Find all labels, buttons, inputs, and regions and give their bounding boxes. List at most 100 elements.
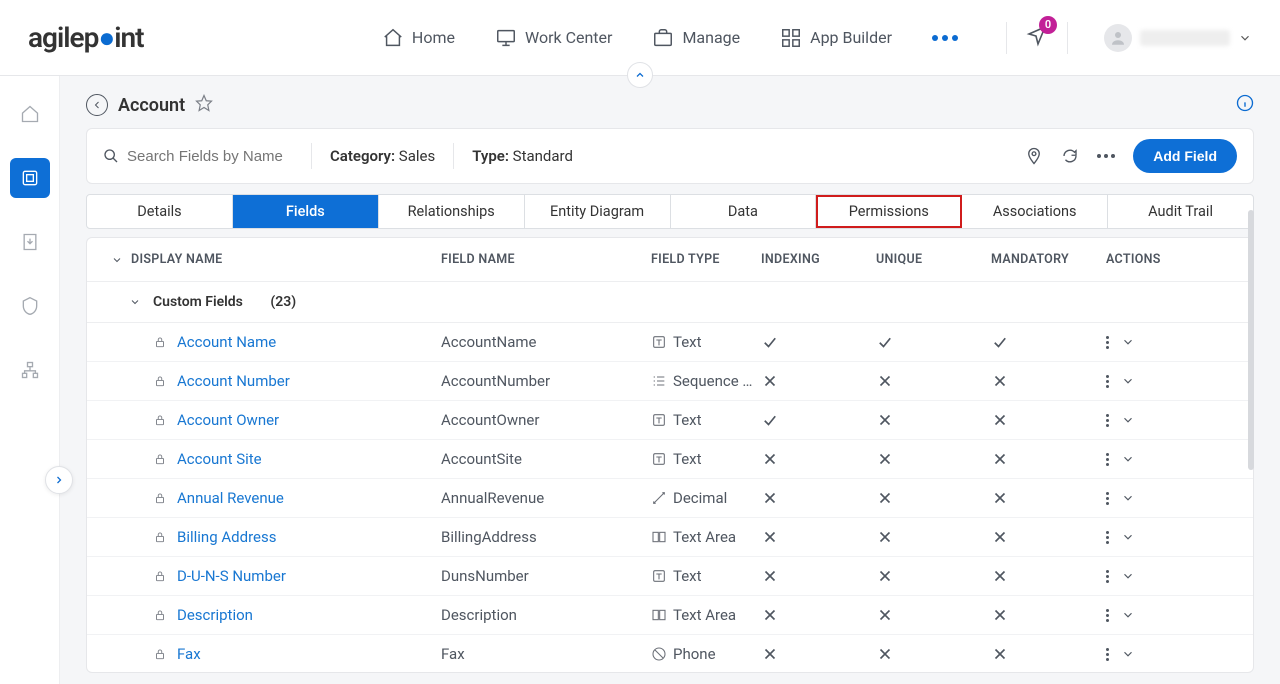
row-more-icon[interactable] (1106, 414, 1109, 427)
row-more-icon[interactable] (1106, 375, 1109, 388)
tab-audit-trail[interactable]: Audit Trail (1108, 195, 1253, 228)
expand-row-icon[interactable] (1121, 491, 1135, 505)
lock-icon (153, 608, 167, 622)
page-title: Account (118, 95, 185, 116)
tab-data[interactable]: Data (671, 195, 817, 228)
unique-mark (876, 645, 991, 663)
indexing-mark (761, 528, 876, 546)
tab-fields[interactable]: Fields (233, 195, 379, 228)
toolbar: Category: Sales Type: Standard Add Field (86, 128, 1254, 184)
topbar: agilep●int Home Work Center Manage App B… (0, 0, 1280, 76)
field-type: Text (651, 567, 761, 585)
info-icon[interactable] (1236, 94, 1254, 116)
row-more-icon[interactable] (1106, 570, 1109, 583)
lock-icon (153, 374, 167, 388)
indexing-mark (761, 450, 876, 468)
field-link[interactable]: Annual Revenue (177, 489, 284, 507)
row-more-icon[interactable] (1106, 453, 1109, 466)
field-link[interactable]: Description (177, 606, 253, 624)
tab-associations[interactable]: Associations (962, 195, 1108, 228)
unique-mark (876, 333, 991, 351)
sidebar-home[interactable] (10, 94, 50, 134)
chevron-down-icon (129, 296, 141, 308)
row-more-icon[interactable] (1106, 609, 1109, 622)
chevron-down-icon (1238, 31, 1252, 45)
lock-icon (153, 647, 167, 661)
favorite-icon[interactable] (195, 94, 213, 116)
nav-app-builder[interactable]: App Builder (780, 27, 892, 49)
expand-row-icon[interactable] (1121, 335, 1135, 349)
tab-entity-diagram[interactable]: Entity Diagram (525, 195, 671, 228)
tab-permissions[interactable]: Permissions (816, 195, 962, 228)
lock-icon (153, 452, 167, 466)
expand-row-icon[interactable] (1121, 647, 1135, 661)
scrollbar[interactable] (1248, 210, 1254, 470)
tabs: DetailsFieldsRelationshipsEntity Diagram… (86, 194, 1254, 229)
search-input[interactable] (127, 148, 287, 165)
field-name: AccountName (441, 333, 651, 351)
unique-mark (876, 411, 991, 429)
sidebar-security[interactable] (10, 286, 50, 326)
expand-row-icon[interactable] (1121, 530, 1135, 544)
expand-row-icon[interactable] (1121, 452, 1135, 466)
row-more-icon[interactable] (1106, 336, 1109, 349)
chevron-down-icon[interactable] (111, 254, 123, 266)
field-link[interactable]: Account Site (177, 450, 262, 468)
field-name: AccountNumber (441, 372, 651, 390)
refresh-icon[interactable] (1061, 147, 1079, 165)
field-name: AccountSite (441, 450, 651, 468)
field-name: AccountOwner (441, 411, 651, 429)
location-icon[interactable] (1025, 147, 1043, 165)
row-actions (1106, 452, 1216, 466)
divider (1067, 22, 1068, 54)
nav-more-icon[interactable] (932, 35, 958, 41)
indexing-mark (761, 645, 876, 663)
search-field[interactable] (103, 148, 293, 165)
back-button[interactable] (86, 94, 108, 116)
sidebar (0, 76, 60, 684)
field-link[interactable]: Account Owner (177, 411, 279, 429)
lock-icon (153, 530, 167, 544)
nav-manage[interactable]: Manage (652, 27, 740, 49)
row-more-icon[interactable] (1106, 648, 1109, 661)
expand-row-icon[interactable] (1121, 569, 1135, 583)
expand-row-icon[interactable] (1121, 413, 1135, 427)
user-name (1140, 30, 1230, 46)
field-link[interactable]: D-U-N-S Number (177, 567, 286, 585)
field-link[interactable]: Fax (177, 645, 201, 663)
collapse-topbar-button[interactable] (627, 62, 653, 88)
table-row: Account SiteAccountSiteText (87, 440, 1253, 479)
group-custom-fields[interactable]: Custom Fields (23) (87, 282, 1253, 323)
row-more-icon[interactable] (1106, 531, 1109, 544)
field-link[interactable]: Billing Address (177, 528, 276, 546)
tab-details[interactable]: Details (87, 195, 233, 228)
table-row: FaxFaxPhone (87, 635, 1253, 673)
field-link[interactable]: Account Number (177, 372, 290, 390)
notifications-icon[interactable]: 0 (1025, 24, 1049, 52)
mandatory-mark (991, 333, 1106, 351)
user-menu[interactable] (1104, 24, 1252, 52)
table-row: Billing AddressBillingAddressText Area (87, 518, 1253, 557)
field-link[interactable]: Account Name (177, 333, 276, 351)
sidebar-hierarchy[interactable] (10, 350, 50, 390)
add-field-button[interactable]: Add Field (1133, 139, 1237, 173)
nav-work-center[interactable]: Work Center (495, 27, 612, 49)
field-name: Fax (441, 645, 651, 663)
row-more-icon[interactable] (1106, 492, 1109, 505)
toolbar-more-icon[interactable] (1097, 154, 1115, 158)
table-row: Account NumberAccountNumberSequence N... (87, 362, 1253, 401)
row-actions (1106, 374, 1216, 388)
sidebar-import[interactable] (10, 222, 50, 262)
expand-row-icon[interactable] (1121, 608, 1135, 622)
tab-relationships[interactable]: Relationships (379, 195, 525, 228)
unique-mark (876, 450, 991, 468)
fields-table: DISPLAY NAME FIELD NAME FIELD TYPE INDEX… (86, 237, 1254, 673)
field-name: BillingAddress (441, 528, 651, 546)
expand-row-icon[interactable] (1121, 374, 1135, 388)
nav-home[interactable]: Home (382, 27, 455, 49)
filter-type: Type: Standard (472, 147, 573, 165)
field-type: Text (651, 411, 761, 429)
sidebar-entities[interactable] (10, 158, 50, 198)
mandatory-mark (991, 450, 1106, 468)
field-name: AnnualRevenue (441, 489, 651, 507)
